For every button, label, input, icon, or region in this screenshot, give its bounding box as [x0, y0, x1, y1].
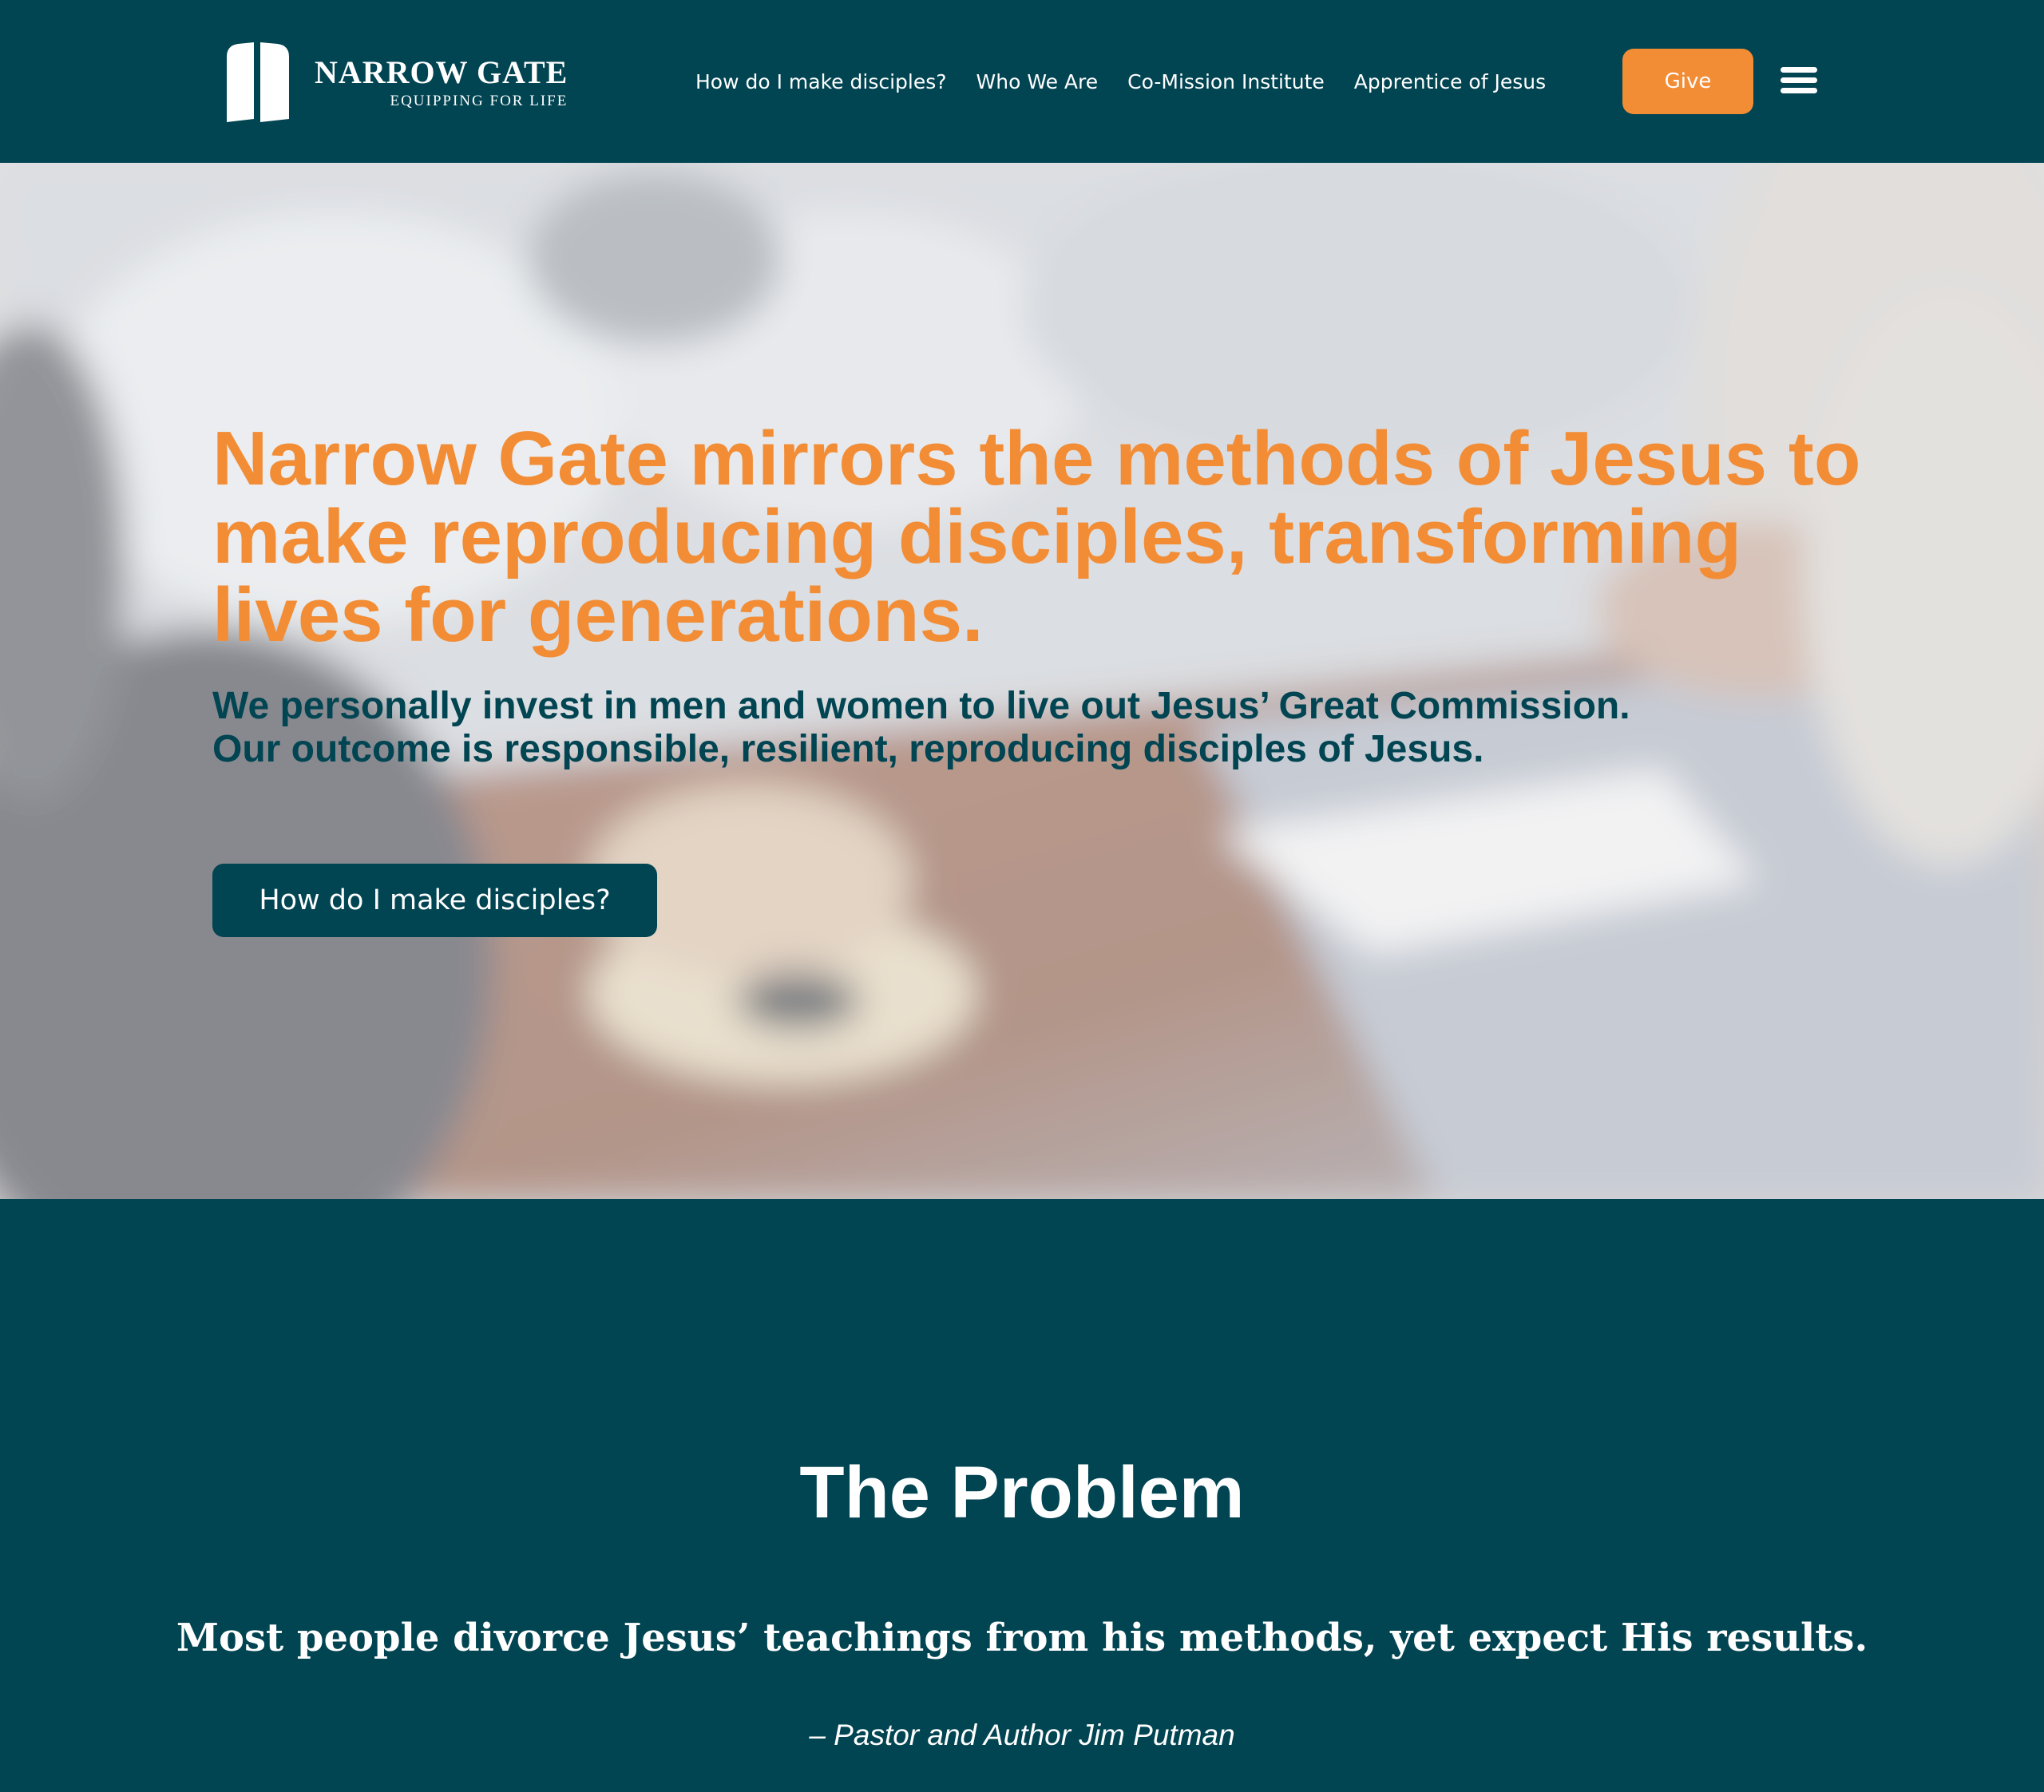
logo[interactable]: NARROW GATE EQUIPPING FOR LIFE	[225, 42, 568, 123]
nav-link-apprentice-of-jesus[interactable]: Apprentice of Jesus	[1354, 70, 1546, 93]
logo-tagline: EQUIPPING FOR LIFE	[390, 92, 568, 109]
site-header: NARROW GATE EQUIPPING FOR LIFE How do I …	[0, 0, 2044, 163]
hero-subheading-line: Our outcome is responsible, resilient, r…	[212, 728, 1484, 770]
make-disciples-button[interactable]: How do I make disciples?	[212, 864, 657, 937]
nav-link-make-disciples[interactable]: How do I make disciples?	[695, 70, 947, 93]
hero-subheading-line: We personally invest in men and women to…	[212, 685, 1630, 727]
give-button[interactable]: Give	[1622, 49, 1753, 114]
quote-attribution: – Pastor and Author Jim Putman	[809, 1719, 1235, 1751]
main-nav: How do I make disciples? Who We Are Co-M…	[695, 64, 1546, 99]
gate-logo-icon	[227, 42, 289, 122]
hero-subheading: We personally invest in men and women to…	[212, 685, 1969, 771]
hamburger-menu-icon[interactable]	[1781, 67, 1817, 94]
logo-name: NARROW GATE	[315, 53, 568, 90]
nav-link-co-mission-institute[interactable]: Co-Mission Institute	[1127, 70, 1325, 93]
logo-text: NARROW GATE EQUIPPING FOR LIFE	[315, 53, 568, 109]
problem-section: The Problem Most people divorce Jesus’ t…	[0, 1199, 2044, 1792]
hero-section: Narrow Gate mirrors the methods of Jesus…	[0, 163, 2044, 1199]
hero-heading: Narrow Gate mirrors the methods of Jesus…	[212, 416, 1861, 658]
problem-title: The Problem	[799, 1452, 1245, 1533]
problem-quote: Most people divorce Jesus’ teachings fro…	[176, 1616, 1868, 1660]
hero-overlay	[0, 163, 2044, 1199]
nav-link-who-we-are[interactable]: Who We Are	[976, 70, 1099, 93]
